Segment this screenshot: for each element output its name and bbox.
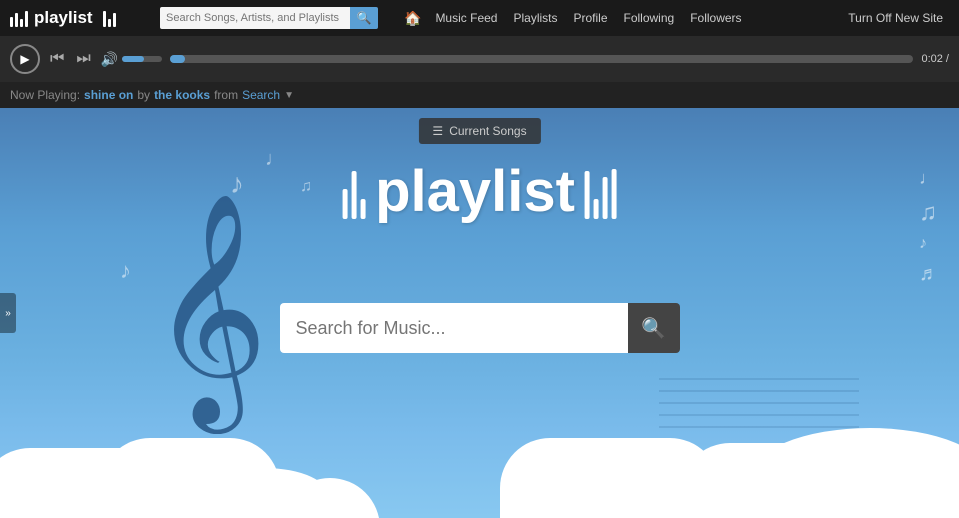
by-label: by: [137, 88, 150, 102]
volume-area: 🔊: [101, 51, 162, 68]
nav-link-music-feed[interactable]: Music Feed: [429, 9, 503, 27]
top-navigation: playlist 🔍 🏠 Music Feed Playlists Profil…: [0, 0, 959, 36]
progress-fill: [170, 55, 185, 63]
music-note-2: ♩: [265, 148, 285, 171]
progress-track[interactable]: [170, 55, 913, 63]
turn-off-link[interactable]: Turn Off New Site: [842, 9, 949, 27]
hero-search-button[interactable]: 🔍: [628, 303, 680, 353]
clouds-decoration: [0, 438, 959, 518]
logo-area: playlist: [10, 8, 150, 28]
music-note-3: ♫: [300, 178, 312, 196]
next-button[interactable]: ⏭: [74, 50, 92, 68]
volume-fill: [122, 56, 144, 62]
treble-clef-decoration: 𝄞: [150, 208, 268, 408]
top-search-button[interactable]: 🔍: [350, 7, 378, 29]
player-bar: ▶ ⏮ ⏭ 🔊 0:02 /: [0, 36, 959, 82]
play-button[interactable]: ▶: [10, 44, 40, 74]
nav-link-profile[interactable]: Profile: [567, 9, 613, 27]
center-logo-bars-right: [585, 164, 617, 219]
top-nav-links: 🏠 Music Feed Playlists Profile Following…: [400, 8, 949, 29]
current-songs-button[interactable]: ☰ Current Songs: [418, 118, 540, 144]
nav-link-following[interactable]: Following: [618, 9, 681, 27]
logo-text: playlist: [34, 8, 93, 28]
logo-bar-icon-right: [103, 9, 116, 27]
main-content: ☰ Current Songs » ♪ ♩ ♫ ♪ 𝄞 ♩ ♫ ♪ ♬ play…: [0, 108, 959, 518]
nav-link-playlists[interactable]: Playlists: [507, 9, 563, 27]
song-name[interactable]: shine on: [84, 88, 133, 102]
now-playing-bar: Now Playing: shine on by the kooks from …: [0, 82, 959, 108]
hero-search-area: 🔍: [280, 303, 680, 353]
center-logo-bars-left: [342, 164, 365, 219]
right-notes-decoration: ♩ ♫ ♪ ♬: [919, 168, 939, 286]
music-note-4: ♪: [120, 258, 131, 284]
logo-bar-icon: [10, 9, 28, 27]
hero-search-input[interactable]: [280, 303, 628, 353]
artist-name[interactable]: the kooks: [154, 88, 210, 102]
current-songs-label: Current Songs: [449, 124, 526, 138]
from-label: from: [214, 88, 238, 102]
staff-lines-decoration: [659, 378, 859, 438]
source-name[interactable]: Search: [242, 88, 280, 102]
nav-link-followers[interactable]: Followers: [684, 9, 747, 27]
volume-icon: 🔊: [101, 51, 118, 68]
top-search-bar: 🔍: [160, 7, 390, 29]
volume-bar[interactable]: [122, 56, 162, 62]
center-logo-text: playlist: [375, 158, 575, 225]
top-search-input[interactable]: [160, 7, 350, 29]
list-icon: ☰: [432, 124, 443, 138]
home-icon[interactable]: 🏠: [400, 8, 425, 29]
left-panel-toggle[interactable]: »: [0, 293, 16, 333]
progress-area: [170, 55, 913, 63]
time-display: 0:02 /: [921, 53, 949, 65]
dropdown-arrow-icon[interactable]: ▼: [284, 90, 294, 101]
now-playing-label: Now Playing:: [10, 88, 80, 102]
previous-button[interactable]: ⏮: [48, 50, 66, 68]
center-logo: playlist: [342, 158, 617, 225]
